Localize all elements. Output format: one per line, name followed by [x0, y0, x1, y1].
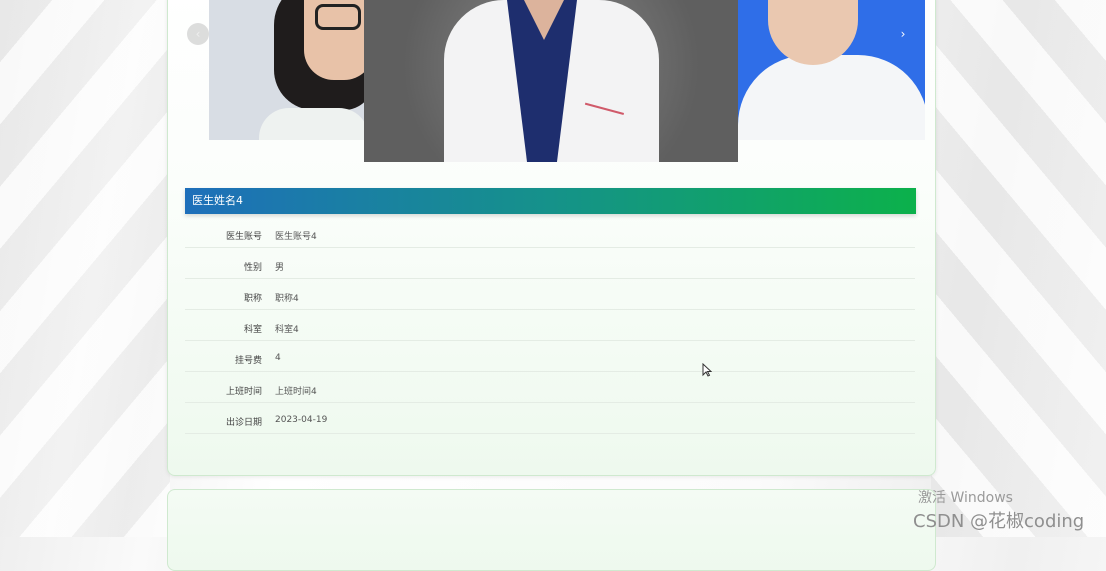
- windows-activation-watermark: 激活 Windows: [918, 490, 1013, 506]
- row-label: 职称: [243, 294, 262, 304]
- row-value: 科室4: [275, 325, 299, 335]
- carousel-image-next[interactable]: [738, 0, 925, 140]
- row-label: 科室: [243, 325, 262, 335]
- doctor-detail-table: 医生账号 医生账号4 性别 男 职称 职称4 科室 科室4 挂号费 4 上班时间…: [185, 218, 915, 434]
- csdn-watermark: CSDN @花椒coding: [913, 511, 1085, 532]
- detail-row-gender: 性别 男: [185, 249, 915, 279]
- chevron-right-icon[interactable]: ›: [892, 23, 914, 45]
- detail-row-account: 医生账号 医生账号4: [185, 218, 915, 248]
- chevron-left-icon[interactable]: ‹: [187, 23, 209, 45]
- detail-row-visit-date: 出诊日期 2023-04-19: [185, 404, 915, 434]
- row-value: 职称4: [275, 294, 299, 304]
- carousel-image-prev[interactable]: [209, 0, 364, 140]
- row-value: 2023-04-19: [275, 415, 328, 425]
- row-label: 出诊日期: [225, 418, 262, 428]
- row-label: 性别: [243, 263, 262, 273]
- doctor-name-title: 医生姓名4: [185, 188, 916, 214]
- row-value: 男: [275, 263, 285, 273]
- detail-row-department: 科室 科室4: [185, 311, 915, 341]
- background-decoration-right: [931, 0, 1106, 537]
- detail-row-fee: 挂号费 4: [185, 342, 915, 372]
- row-label: 医生账号: [225, 232, 262, 242]
- detail-row-title: 职称 职称4: [185, 280, 915, 310]
- background-decoration-left: [0, 0, 170, 537]
- row-value: 医生账号4: [275, 232, 317, 242]
- row-value: 4: [275, 353, 281, 363]
- detail-row-work-time: 上班时间 上班时间4: [185, 373, 915, 403]
- row-value: 上班时间4: [275, 387, 317, 397]
- row-label: 挂号费: [234, 356, 262, 366]
- carousel-image-active[interactable]: [364, 0, 738, 162]
- next-section-card: [167, 489, 936, 571]
- doctor-photo-carousel[interactable]: [209, 0, 925, 162]
- row-label: 上班时间: [225, 387, 262, 397]
